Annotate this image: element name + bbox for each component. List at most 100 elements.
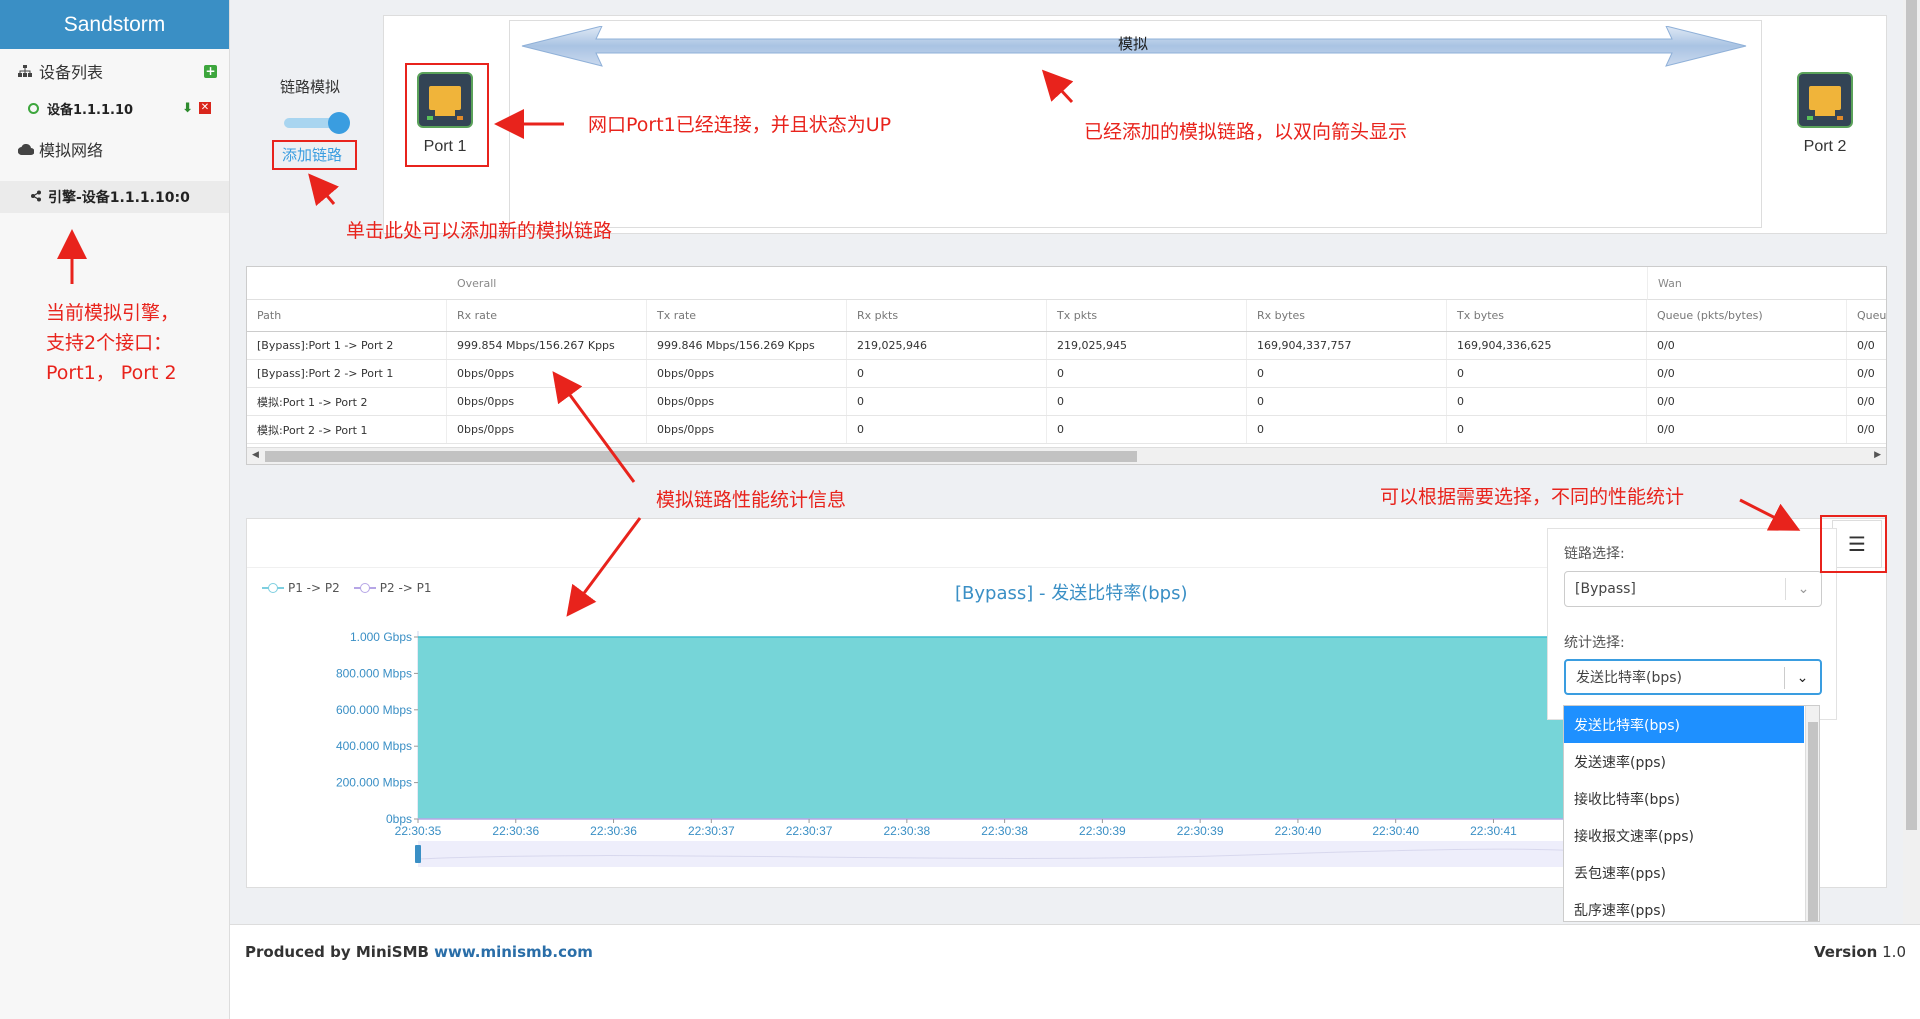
annotation-click-add: 单击此处可以添加新的模拟链路 [346, 220, 613, 242]
stat-option[interactable]: 发送比特率(bps) [1564, 706, 1804, 743]
table-row: 模拟:Port 1 -> Port 2 0bps/0pps 0bps/0pps 0 0 0… [247, 388, 1886, 416]
table-cell: 0/0 [1847, 416, 1886, 443]
table-cell: 0bps/0pps [447, 388, 647, 415]
annotation-port-up: 网口Port1已经连接，并且状态为UP [588, 114, 892, 136]
add-link-highlight [272, 140, 357, 170]
sim-network-label: 模拟网络 [39, 141, 104, 160]
engine-item-label: 引擎-设备1.1.1.10:0 [48, 190, 190, 206]
device-item-label: 设备1.1.1.10 [47, 102, 134, 118]
table-row: [Bypass]:Port 2 -> Port 1 0bps/0pps 0bps/0… [247, 360, 1886, 388]
table-cell: [Bypass]:Port 1 -> Port 2 [247, 332, 447, 359]
engine-item[interactable]: 引擎-设备1.1.1.10:0 [0, 181, 229, 213]
chevron-down-icon: ⌄ [1784, 667, 1820, 689]
table-cell: 219,025,945 [1047, 332, 1247, 359]
port1-highlight [405, 63, 489, 167]
table-cell: 0 [1247, 388, 1447, 415]
y-tick-label: 800.000 Mbps [336, 666, 412, 680]
brand-logo[interactable]: Sandstorm [0, 0, 229, 49]
x-tick-label: 22:30:38 [981, 824, 1028, 838]
stat-option[interactable]: 乱序速率(pps) [1564, 891, 1804, 921]
footer-version: Version 1.0 [1813, 943, 1906, 961]
annotation-link-added: 已经添加的模拟链路，以双向箭头显示 [1084, 121, 1408, 143]
column-header[interactable]: Rx pkts [847, 300, 1047, 331]
page-scrollbar[interactable] [1903, 0, 1920, 924]
toggle-knob[interactable] [328, 112, 350, 134]
y-tick-label: 400.000 Mbps [336, 739, 412, 753]
column-header[interactable]: Tx rate [647, 300, 847, 331]
table-row: [Bypass]:Port 1 -> Port 2 999.854 Mbps/15… [247, 332, 1886, 360]
table-cell: 0 [1447, 416, 1647, 443]
annotation-engine: 当前模拟引擎， 支持2个接口： Port1， Port 2 [46, 302, 180, 384]
stat-options-list: 发送比特率(bps) 发送速率(pps) 接收比特率(bps) 接收报文速率(pps)… [1563, 705, 1820, 922]
table-cell: 0/0 [1647, 332, 1847, 359]
link-sim-toggle[interactable] [284, 112, 350, 134]
table-cell: 0 [1047, 360, 1247, 387]
add-device-icon[interactable]: + [204, 65, 217, 78]
table-cell: 0 [1247, 360, 1447, 387]
group-wan-header: Wan [1647, 267, 1886, 300]
sitemap-icon [18, 62, 34, 81]
table-cell: 0bps/0pps [447, 416, 647, 443]
table-cell: 0 [847, 360, 1047, 387]
stats-table-body: Path Rx rate Tx rate Rx pkts Tx pkts Rx bytes… [247, 300, 1886, 444]
delete-icon[interactable]: ✕ [199, 102, 211, 114]
table-cell: 999.854 Mbps/156.267 Kpps [447, 332, 647, 359]
series-area-p1-p2 [418, 637, 1689, 819]
table-cell: 169,904,336,625 [1447, 332, 1647, 359]
column-header[interactable]: Tx bytes [1447, 300, 1647, 331]
stat-select[interactable]: 发送比特率(bps) ⌄ [1564, 659, 1822, 695]
scroll-thumb[interactable] [265, 451, 1137, 462]
stat-option[interactable]: 发送速率(pps) [1564, 743, 1804, 780]
sidebar: Sandstorm 设备列表 + 设备1.1.1.10 ⬇ ✕ 模拟网络 引擎-… [0, 0, 230, 1019]
x-tick-label: 22:30:37 [786, 824, 833, 838]
x-tick-label: 22:30:37 [688, 824, 735, 838]
download-icon[interactable]: ⬇ [182, 101, 193, 116]
horizontal-scrollbar[interactable]: ◀ ▶ [247, 447, 1886, 464]
port2-card[interactable]: Port 2 [1795, 72, 1855, 156]
table-cell: 0bps/0pps [647, 416, 847, 443]
navigator-track [418, 841, 1689, 867]
link-name-label: 模拟 [1118, 35, 1149, 53]
cloud-icon [17, 140, 35, 159]
x-tick-label: 22:30:36 [492, 824, 539, 838]
table-cell: 0/0 [1847, 332, 1886, 359]
table-cell: 0/0 [1647, 360, 1847, 387]
x-tick-label: 22:30:41 [1470, 824, 1517, 838]
footer-link[interactable]: www.minismb.com [434, 943, 593, 961]
ethernet-port-icon [1797, 72, 1853, 128]
table-cell: 0 [1447, 360, 1647, 387]
table-cell: 0 [1247, 416, 1447, 443]
stat-option[interactable]: 接收比特率(bps) [1564, 780, 1804, 817]
list-scrollbar[interactable] [1805, 706, 1819, 921]
table-cell: 0 [1447, 388, 1647, 415]
device-item[interactable]: 设备1.1.1.10 ⬇ ✕ [0, 93, 229, 123]
column-header[interactable]: Queu [1847, 300, 1886, 331]
x-tick-label: 22:30:36 [590, 824, 637, 838]
link-select[interactable]: [Bypass] ⌄ [1564, 571, 1822, 607]
table-cell: 0/0 [1847, 360, 1886, 387]
table-cell: 169,904,337,757 [1247, 332, 1447, 359]
scroll-right-icon[interactable]: ▶ [1874, 450, 1881, 460]
link-select-label: 链路选择: [1564, 546, 1625, 562]
table-cell: 0 [847, 416, 1047, 443]
table-cell: 0bps/0pps [447, 360, 647, 387]
y-tick-label: 600.000 Mbps [336, 703, 412, 717]
table-cell: 0bps/0pps [647, 388, 847, 415]
table-cell: 999.846 Mbps/156.269 Kpps [647, 332, 847, 359]
x-tick-label: 22:30:39 [1079, 824, 1126, 838]
x-tick-label: 22:30:39 [1177, 824, 1224, 838]
scroll-left-icon[interactable]: ◀ [252, 450, 259, 460]
column-header[interactable]: Rx bytes [1247, 300, 1447, 331]
stat-option[interactable]: 接收报文速率(pps) [1564, 817, 1804, 854]
column-header[interactable]: Queue (pkts/bytes) [1647, 300, 1847, 331]
table-row: 模拟:Port 2 -> Port 1 0bps/0pps 0bps/0pps 0 0 0… [247, 416, 1886, 444]
column-header[interactable]: Rx rate [447, 300, 647, 331]
x-tick-label: 22:30:35 [395, 824, 442, 838]
table-header-row: Path Rx rate Tx rate Rx pkts Tx pkts Rx bytes… [247, 300, 1886, 332]
stat-select-label: 统计选择: [1564, 635, 1625, 651]
column-header[interactable]: Tx pkts [1047, 300, 1247, 331]
stat-option[interactable]: 丢包速率(pps) [1564, 854, 1804, 891]
column-header[interactable]: Path [247, 300, 447, 331]
device-list-header: 设备列表 + [0, 49, 229, 93]
table-cell: 0/0 [1847, 388, 1886, 415]
